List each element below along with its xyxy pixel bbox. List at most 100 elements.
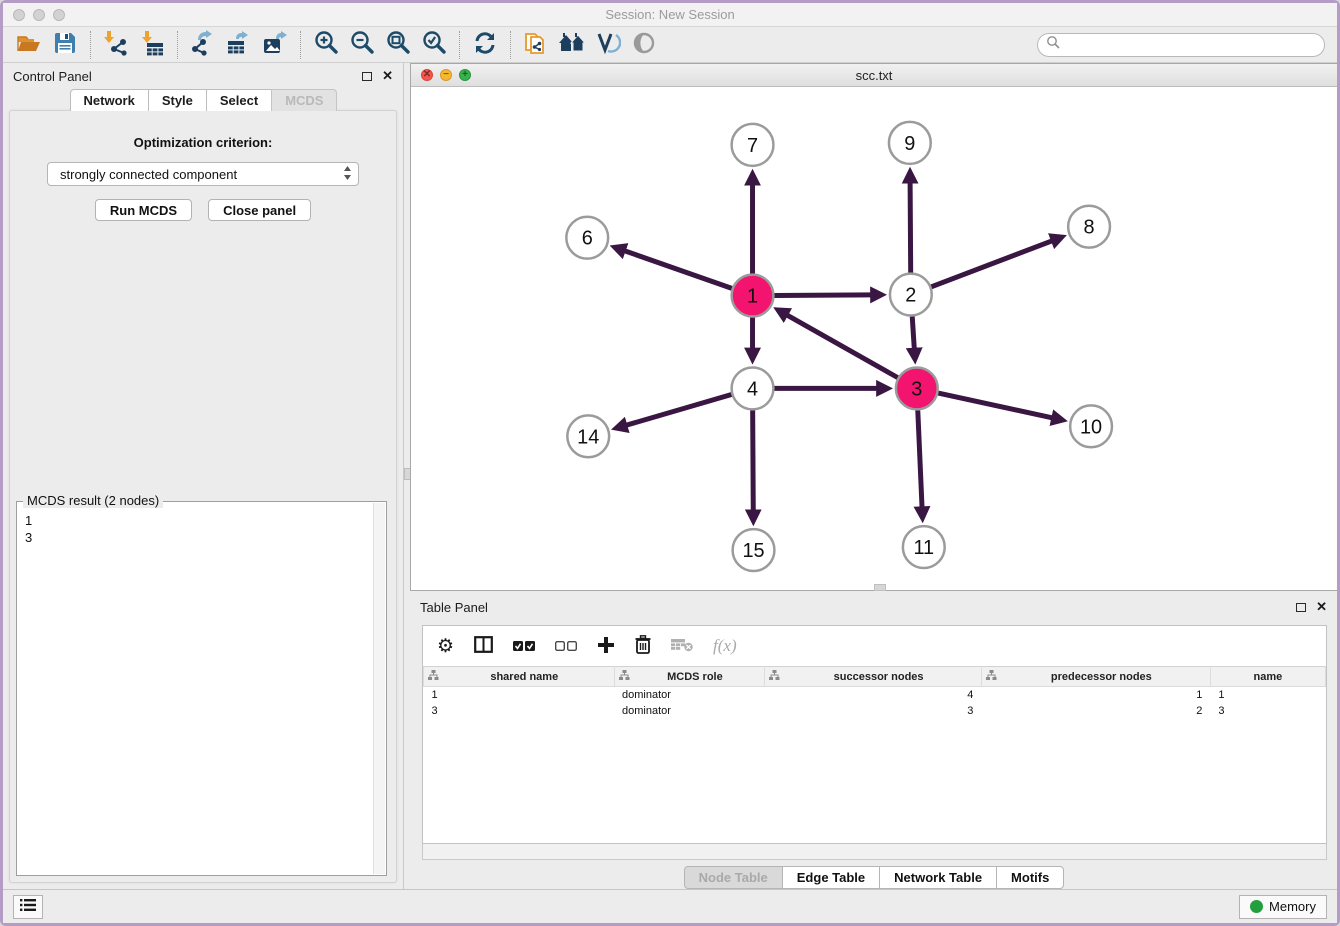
graph-node-1[interactable]: 1 (732, 275, 774, 317)
close-table-panel-icon[interactable]: ✕ (1316, 602, 1327, 612)
task-history-button[interactable] (13, 895, 43, 919)
attribute-browser: ⚙ (422, 625, 1327, 844)
graph-node-label: 3 (911, 378, 922, 400)
column-header-MCDS-role[interactable]: MCDS role (614, 667, 765, 687)
clone-network-button[interactable] (518, 29, 554, 61)
float-table-panel-icon[interactable] (1296, 603, 1306, 612)
open-session-button[interactable] (11, 29, 47, 61)
save-floppy-icon (53, 31, 77, 58)
tab-edge-table[interactable]: Edge Table (782, 866, 880, 889)
hide-panel-button[interactable] (626, 29, 662, 61)
column-header-name[interactable]: name (1210, 667, 1325, 687)
graph-edge-2-3[interactable] (912, 316, 914, 348)
fit-content-button[interactable] (380, 29, 416, 61)
table-hscrollbar[interactable] (422, 844, 1327, 860)
graph-edge-1-2[interactable] (774, 295, 871, 296)
delete-table-button[interactable] (671, 638, 693, 655)
graph-edge-2-9[interactable] (910, 183, 911, 273)
zoom-out-button[interactable] (344, 29, 380, 61)
graph-node-label: 11 (913, 537, 934, 559)
cell-shared-name[interactable]: 3 (424, 703, 615, 719)
table-panel: Table Panel ✕ ⚙ (410, 594, 1337, 889)
graph-edge-1-6[interactable] (625, 251, 732, 288)
refresh-button[interactable] (467, 29, 503, 61)
column-header-successor-nodes[interactable]: successor nodes (765, 667, 982, 687)
table-row[interactable]: 3dominator323 (424, 703, 1326, 719)
graph-edge-4-14[interactable] (626, 395, 731, 426)
cell-name[interactable]: 1 (1210, 687, 1325, 703)
graph-edge-3-11[interactable] (918, 410, 922, 507)
tab-network-table[interactable]: Network Table (879, 866, 997, 889)
column-header-shared-name[interactable]: shared name (424, 667, 615, 687)
column-tree-icon (428, 670, 439, 684)
tab-style[interactable]: Style (148, 89, 207, 111)
graph-edge-2-8[interactable] (931, 241, 1052, 287)
graph-edge-3-10[interactable] (938, 393, 1052, 418)
delete-column-button[interactable] (635, 635, 651, 657)
create-column-button[interactable] (597, 636, 615, 657)
zoom-in-button[interactable] (308, 29, 344, 61)
network-resize-grip[interactable] (874, 584, 886, 591)
graph-node-6[interactable]: 6 (566, 217, 608, 259)
cell-predecessor-nodes[interactable]: 2 (981, 703, 1210, 719)
mcds-result-text: 1 3 (25, 512, 372, 873)
cell-successor-nodes[interactable]: 3 (765, 703, 982, 719)
graph-node-11[interactable]: 11 (903, 526, 945, 568)
graph-node-10[interactable]: 10 (1070, 405, 1112, 447)
vizmapper-toggle-button[interactable] (590, 29, 626, 61)
search-icon (1046, 35, 1060, 54)
network-canvas[interactable]: 1 2 3 4 6 7 8 9 10 11 14 15 (411, 87, 1337, 590)
search-input[interactable] (1065, 38, 1316, 52)
column-tree-icon (769, 670, 780, 684)
mcds-result-box: MCDS result (2 nodes) 1 3 (16, 501, 387, 876)
cell-successor-nodes[interactable]: 4 (765, 687, 982, 703)
cyndex-browse-button[interactable] (554, 29, 590, 61)
run-mcds-button[interactable]: Run MCDS (95, 199, 192, 221)
graph-edge-3-1[interactable] (787, 315, 898, 377)
export-image-button[interactable] (257, 29, 293, 61)
cell-predecessor-nodes[interactable]: 1 (981, 687, 1210, 703)
close-panel-button[interactable]: Close panel (208, 199, 311, 221)
graph-edge-4-15[interactable] (753, 410, 754, 510)
graph-node-8[interactable]: 8 (1068, 206, 1110, 248)
graph-node-9[interactable]: 9 (889, 122, 931, 164)
deselect-all-columns-button[interactable] (555, 639, 577, 654)
graph-node-4[interactable]: 4 (732, 367, 774, 409)
toolbar-separator (510, 31, 511, 59)
graph-node-label: 14 (577, 426, 599, 448)
import-table-button[interactable] (134, 29, 170, 61)
cell-MCDS-role[interactable]: dominator (614, 703, 765, 719)
graph-node-14[interactable]: 14 (567, 415, 609, 457)
close-panel-icon[interactable]: ✕ (382, 71, 393, 81)
cell-MCDS-role[interactable]: dominator (614, 687, 765, 703)
memory-button[interactable]: Memory (1239, 895, 1327, 919)
cell-shared-name[interactable]: 1 (424, 687, 615, 703)
save-session-button[interactable] (47, 29, 83, 61)
panel-splitter[interactable] (403, 63, 410, 889)
table-row[interactable]: 1dominator411 (424, 687, 1326, 703)
import-network-button[interactable] (98, 29, 134, 61)
column-header-predecessor-nodes[interactable]: predecessor nodes (981, 667, 1210, 687)
tab-motifs[interactable]: Motifs (996, 866, 1064, 889)
export-table-button[interactable] (221, 29, 257, 61)
graph-node-3[interactable]: 3 (896, 367, 938, 409)
criterion-dropdown[interactable]: strongly connected component (47, 162, 359, 186)
table-options-button[interactable]: ⚙ (437, 635, 454, 658)
show-columns-button[interactable] (474, 636, 493, 656)
graph-node-2[interactable]: 2 (890, 274, 932, 316)
graph-node-7[interactable]: 7 (732, 124, 774, 166)
result-scrollbar[interactable] (373, 503, 385, 874)
graph-node-label: 9 (904, 133, 915, 155)
cell-name[interactable]: 3 (1210, 703, 1325, 719)
graph-node-15[interactable]: 15 (733, 529, 775, 571)
main-toolbar (3, 27, 1337, 63)
select-all-columns-button[interactable] (513, 639, 535, 654)
zoom-selected-button[interactable] (416, 29, 452, 61)
tab-mcds[interactable]: MCDS (271, 89, 337, 111)
tab-network[interactable]: Network (70, 89, 149, 111)
float-panel-icon[interactable] (362, 72, 372, 81)
tab-node-table[interactable]: Node Table (684, 866, 783, 889)
export-network-button[interactable] (185, 29, 221, 61)
apply-function-button[interactable]: f(x) (713, 636, 737, 656)
tab-select[interactable]: Select (206, 89, 272, 111)
